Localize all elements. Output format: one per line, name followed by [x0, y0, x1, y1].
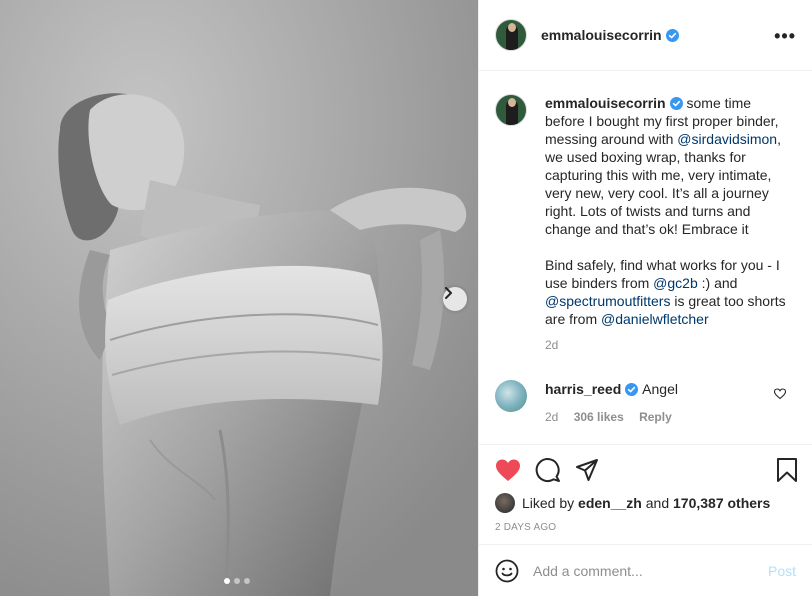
bookmark-icon[interactable]: [776, 457, 798, 483]
liker-avatar[interactable]: [495, 493, 515, 513]
mention-link[interactable]: @gc2b: [653, 275, 698, 291]
post-photo-graphic: [0, 0, 478, 596]
comment-body: Angel: [642, 381, 678, 397]
emoji-icon[interactable]: [495, 559, 519, 583]
post-comment-button[interactable]: Post: [768, 563, 796, 579]
caption-author-avatar[interactable]: [495, 94, 527, 126]
mention-link[interactable]: @sirdavidsimon: [677, 131, 777, 147]
post-header: emmalouisecorrin •••: [479, 0, 812, 71]
heart-filled-icon[interactable]: [495, 458, 521, 482]
action-icons: [495, 457, 796, 483]
post-date[interactable]: 2 DAYS AGO: [495, 522, 796, 533]
likes-count[interactable]: 170,387 others: [673, 495, 770, 511]
caption-username[interactable]: emmalouisecorrin: [545, 95, 666, 111]
carousel-indicator: [224, 578, 250, 584]
comment-reply-button[interactable]: Reply: [639, 410, 672, 424]
author-avatar[interactable]: [495, 19, 527, 51]
comment-likes[interactable]: 306 likes: [574, 410, 624, 424]
verified-badge-icon: [669, 97, 683, 110]
chevron-right-icon: [445, 287, 452, 299]
comment-timestamp[interactable]: 2d: [545, 410, 558, 424]
commenter-username[interactable]: harris_reed: [545, 381, 621, 397]
post-sidebar: emmalouisecorrin ••• emmalouisecorrin so…: [478, 0, 812, 596]
comment-text: harris_reed Angel 2d 306 likes Reply: [545, 380, 684, 426]
author-username[interactable]: emmalouisecorrin: [541, 27, 662, 43]
share-icon[interactable]: [575, 458, 599, 482]
verified-badge-icon: [625, 383, 639, 396]
carousel-next-button[interactable]: [443, 287, 467, 311]
comment-icon[interactable]: [535, 457, 561, 483]
likes-summary: Liked by eden__zh and 170,387 others: [495, 493, 796, 513]
post-image[interactable]: [0, 0, 478, 596]
caption-text: emmalouisecorrin some time before I boug…: [545, 94, 789, 354]
comment-item: harris_reed Angel 2d 306 likes Reply: [479, 354, 812, 426]
caption-timestamp[interactable]: 2d: [545, 336, 789, 354]
carousel-dot: [244, 578, 250, 584]
add-comment-bar: Post: [479, 544, 812, 596]
comment-input[interactable]: [533, 562, 753, 579]
comments-section[interactable]: emmalouisecorrin some time before I boug…: [479, 72, 812, 444]
verified-badge-icon: [665, 28, 679, 42]
carousel-dot: [234, 578, 240, 584]
mention-link[interactable]: @danielwfletcher: [601, 311, 709, 327]
post-actions: Liked by eden__zh and 170,387 others 2 D…: [479, 444, 812, 544]
comment-meta: 2d 306 likes Reply: [545, 408, 684, 426]
likes-middle: and: [645, 495, 670, 511]
carousel-dot: [224, 578, 230, 584]
liker-username[interactable]: eden__zh: [578, 495, 642, 511]
mention-link[interactable]: @spectrumoutfitters: [545, 293, 670, 309]
more-options-button[interactable]: •••: [774, 26, 796, 47]
caption-part: :) and: [697, 275, 738, 291]
commenter-avatar[interactable]: [495, 380, 527, 412]
like-comment-heart-icon[interactable]: [774, 388, 786, 400]
post-caption: emmalouisecorrin some time before I boug…: [479, 72, 812, 354]
likes-prefix: Liked by: [522, 495, 575, 511]
